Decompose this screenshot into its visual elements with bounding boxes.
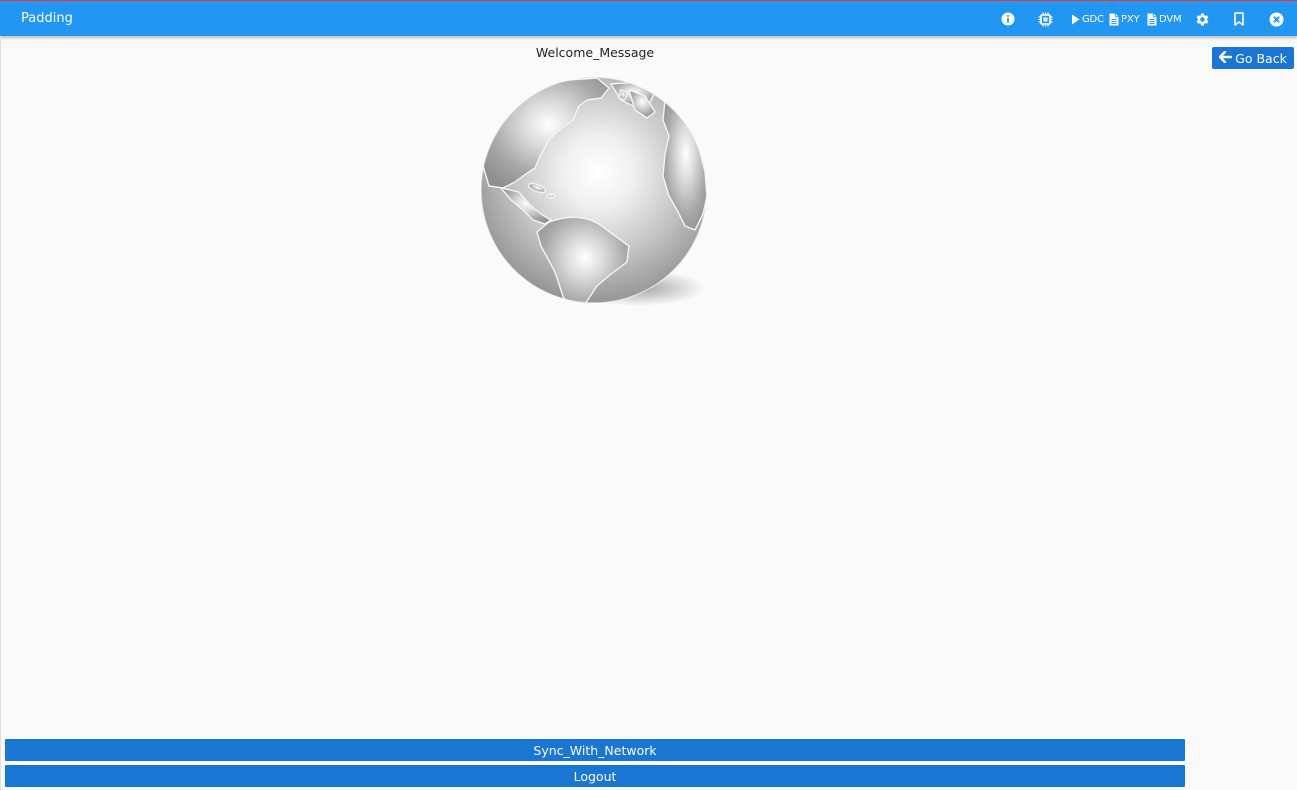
play-icon (1071, 14, 1080, 25)
sync-with-network-button[interactable]: Sync_With_Network (5, 739, 1185, 761)
bookmark-button[interactable] (1233, 10, 1245, 28)
gdc-button[interactable]: GDC (1071, 10, 1104, 28)
dvm-button[interactable]: DVM (1147, 10, 1182, 28)
close-button[interactable] (1269, 10, 1284, 28)
chip-icon (1038, 12, 1053, 27)
globe-icon (479, 76, 711, 316)
logout-button[interactable]: Logout (5, 765, 1185, 787)
gear-icon (1195, 12, 1210, 27)
info-icon (1001, 12, 1015, 26)
info-button[interactable] (1001, 10, 1015, 28)
top-app-bar: Padding GDC PXY DVM (0, 0, 1297, 36)
main-content: Welcome_Message Go Back Sync_With_Networ… (0, 36, 1297, 790)
pxy-button[interactable]: PXY (1109, 10, 1140, 28)
close-circle-icon (1269, 12, 1284, 27)
settings-button[interactable] (1195, 10, 1210, 28)
go-back-label: Go Back (1235, 50, 1287, 66)
file-icon (1147, 13, 1157, 26)
arrow-left-icon (1218, 50, 1235, 66)
pxy-label: PXY (1121, 13, 1140, 25)
app-title: Padding (21, 11, 73, 26)
go-back-button[interactable]: Go Back (1212, 47, 1294, 69)
welcome-message: Welcome_Message (535, 45, 655, 60)
dvm-label: DVM (1159, 13, 1182, 25)
chip-button[interactable] (1038, 10, 1053, 28)
file-icon (1109, 13, 1119, 26)
bookmark-icon (1233, 12, 1245, 26)
gdc-label: GDC (1082, 13, 1104, 25)
